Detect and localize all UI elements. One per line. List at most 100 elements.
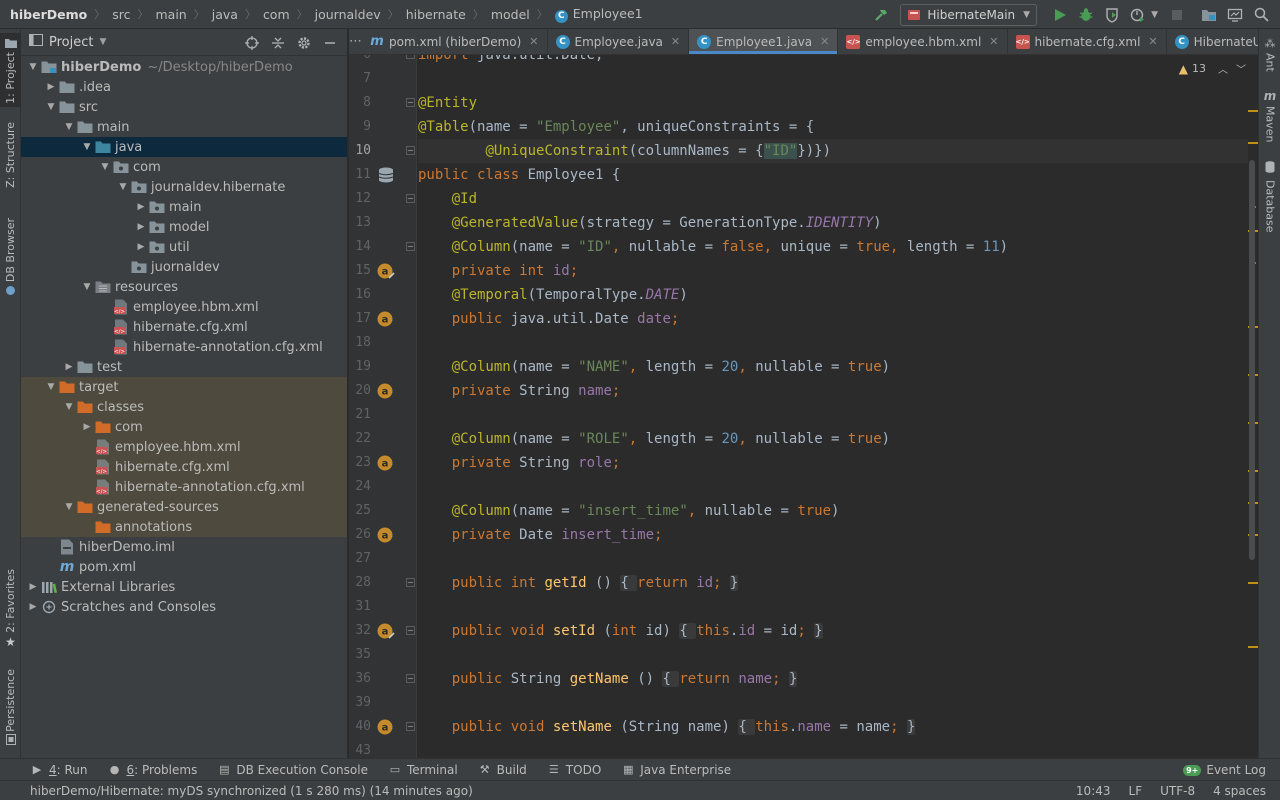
code-area[interactable]: import java.util.Date; @Entity @Table(name… — [418, 55, 1248, 758]
gutter-line[interactable]: 26 a — [349, 523, 417, 547]
debug-icon[interactable] — [1073, 2, 1099, 28]
editor-tab[interactable]: C Employee.java ✕ — [548, 29, 690, 54]
bottom-tool-button[interactable]: ⚒ Build — [468, 763, 537, 777]
code-line[interactable]: @Column(name = "ROLE", length = 20, null… — [418, 427, 1248, 451]
tree-node[interactable]: juornaldev — [21, 257, 347, 277]
breadcrumb-item-current[interactable]: C Employee1 — [554, 6, 643, 23]
chevron-down-icon[interactable]: ▼ — [79, 137, 95, 157]
gutter-line[interactable]: 8 — [349, 91, 417, 115]
code-line[interactable] — [418, 691, 1248, 715]
code-line[interactable] — [418, 547, 1248, 571]
tree-node[interactable]: ▼ java — [21, 137, 347, 157]
tree-node[interactable]: ▶ .idea — [21, 77, 347, 97]
gutter-line[interactable]: 36 — [349, 667, 417, 691]
gutter-line[interactable]: 19 — [349, 355, 417, 379]
chevron-down-icon[interactable]: ▼ — [43, 377, 59, 397]
gutter-line[interactable]: 32 a — [349, 619, 417, 643]
warning-stripe-mark[interactable] — [1248, 582, 1258, 584]
code-line[interactable] — [418, 739, 1248, 758]
breadcrumb-item[interactable]: hiberDemo — [10, 7, 87, 22]
editor-tab[interactable]: C Employee1.java ✕ — [689, 29, 839, 54]
tool-window-button-maven[interactable]: m Maven — [1259, 89, 1280, 149]
gutter-line[interactable]: 39 — [349, 691, 417, 715]
chevron-right-icon[interactable]: ▶ — [133, 237, 149, 257]
tree-node[interactable]: </> hibernate.cfg.xml — [21, 317, 347, 337]
editor-tab[interactable]: </> employee.hbm.xml ✕ — [838, 29, 1008, 54]
tool-window-button-persistence[interactable]: Persistence — [0, 667, 21, 751]
tree-node[interactable]: ▶ model — [21, 217, 347, 237]
tree-node[interactable]: ▼ target — [21, 377, 347, 397]
tree-node[interactable]: ▶ com — [21, 417, 347, 437]
code-line[interactable] — [418, 643, 1248, 667]
fold-toggle-icon[interactable] — [406, 242, 415, 251]
tree-node[interactable]: ▼ generated-sources — [21, 497, 347, 517]
chevron-down-icon[interactable]: ▼ — [61, 497, 77, 517]
breadcrumb-item[interactable]: java — [212, 7, 238, 22]
code-line[interactable]: private String name; — [418, 379, 1248, 403]
run-icon[interactable] — [1047, 2, 1073, 28]
tree-node[interactable]: ▶ util — [21, 237, 347, 257]
warning-stripe-mark[interactable] — [1248, 110, 1258, 112]
gutter-line[interactable]: 22 — [349, 427, 417, 451]
tool-window-button-db-browser[interactable]: DB Browser — [0, 218, 21, 299]
close-icon[interactable]: ✕ — [989, 35, 998, 48]
gutter-line[interactable]: 14 — [349, 235, 417, 259]
project-panel-title[interactable]: Project — [49, 35, 93, 50]
bottom-tool-button[interactable]: ▶ 4: Run — [20, 763, 98, 777]
chevron-right-icon[interactable]: ▶ — [25, 597, 41, 617]
bean-property-icon[interactable]: a — [377, 718, 395, 736]
chevron-down-icon[interactable]: ▼ — [43, 97, 59, 117]
gutter-line[interactable]: 18 — [349, 331, 417, 355]
status-message[interactable]: hiberDemo/Hibernate: myDS synchronized (… — [0, 784, 473, 798]
gutter-line[interactable]: 20 a — [349, 379, 417, 403]
editor-tab[interactable]: m pom.xml (hiberDemo) ✕ — [362, 29, 548, 54]
tool-window-button-database[interactable]: Database — [1259, 161, 1280, 233]
tree-node[interactable]: annotations — [21, 517, 347, 537]
file-encoding[interactable]: UTF-8 — [1160, 784, 1195, 798]
chevron-right-icon[interactable]: ▶ — [79, 417, 95, 437]
tool-window-button-favorites[interactable]: 2: Favorites ★ — [0, 569, 21, 649]
bottom-tool-button[interactable]: ● 6: Problems — [98, 763, 208, 777]
fold-toggle-icon[interactable] — [406, 722, 415, 731]
chevron-down-icon[interactable]: ▼ — [115, 177, 131, 197]
code-line[interactable]: @UniqueConstraint(columnNames = {"ID"})}… — [418, 139, 1248, 163]
chevron-right-icon[interactable]: ▶ — [25, 577, 41, 597]
bean-property-edit-icon[interactable]: a — [377, 262, 395, 280]
bean-property-icon[interactable]: a — [377, 454, 395, 472]
tree-node[interactable]: ▼ journaldev.hibernate — [21, 177, 347, 197]
gutter-line[interactable]: 25 — [349, 499, 417, 523]
gutter-line[interactable]: 12 — [349, 187, 417, 211]
tree-node[interactable]: hiberDemo.iml — [21, 537, 347, 557]
event-log-button[interactable]: 9+ Event Log — [1183, 759, 1266, 781]
error-stripe[interactable] — [1248, 55, 1258, 758]
code-line[interactable]: @Table(name = "Employee", uniqueConstrai… — [418, 115, 1248, 139]
chevron-down-icon[interactable]: ﹀ — [1236, 61, 1246, 76]
code-line[interactable]: @Temporal(TemporalType.DATE) — [418, 283, 1248, 307]
gutter-line[interactable]: 11 — [349, 163, 417, 187]
database-entity-icon[interactable] — [377, 166, 395, 184]
code-line[interactable]: @Column(name = "ID", nullable = false, u… — [418, 235, 1248, 259]
gutter-line[interactable]: 43 — [349, 739, 417, 758]
code-line[interactable] — [418, 67, 1248, 91]
gutter-line[interactable]: 7 — [349, 67, 417, 91]
tree-node[interactable]: ▼ resources — [21, 277, 347, 297]
tree-node[interactable]: ▼ classes — [21, 397, 347, 417]
fold-toggle-icon[interactable] — [406, 194, 415, 203]
fold-toggle-icon[interactable] — [406, 146, 415, 155]
code-line[interactable]: @Entity — [418, 91, 1248, 115]
gutter-line[interactable]: 17 a — [349, 307, 417, 331]
line-separator[interactable]: LF — [1129, 784, 1143, 798]
bottom-tool-button[interactable]: ▭ Terminal — [378, 763, 468, 777]
chevron-up-icon[interactable]: ︿ — [1218, 61, 1228, 76]
gutter-line[interactable]: 40 a — [349, 715, 417, 739]
chevron-down-icon[interactable]: ▼ — [99, 37, 106, 47]
editor-tab[interactable]: </> hibernate.cfg.xml ✕ — [1008, 29, 1167, 54]
code-line[interactable]: private String role; — [418, 451, 1248, 475]
tree-node[interactable]: ▶ main — [21, 197, 347, 217]
close-icon[interactable]: ✕ — [1148, 35, 1157, 48]
editor-scrollbar-thumb[interactable] — [1249, 160, 1255, 560]
fold-toggle-icon[interactable] — [406, 626, 415, 635]
gutter-line[interactable]: 31 — [349, 595, 417, 619]
close-icon[interactable]: ✕ — [529, 35, 538, 48]
stop-icon[interactable] — [1164, 2, 1190, 28]
